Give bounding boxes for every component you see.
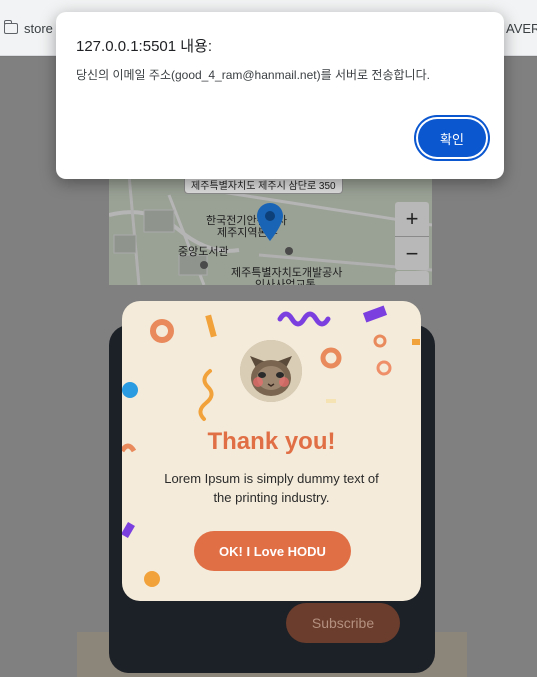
bookmark-store[interactable]: store [3,20,53,36]
folder-icon [3,20,18,34]
map-label-dev-corp-sub: 인사사업교통 [255,279,316,285]
map-zoom-control: + − [395,202,429,270]
map-poi-icon [200,261,208,269]
alert-dialog: 127.0.0.1:5501 내용: 당신의 이메일 주소(good_4_ram… [56,12,504,179]
map-label-library: 중앙도서관 [178,246,229,258]
alert-title: 127.0.0.1:5501 내용: [76,38,213,55]
cat-avatar-icon [240,340,302,402]
zoom-in-button[interactable]: + [395,202,429,236]
thank-you-modal: Thank you! Lorem Ipsum is simply dummy t… [122,301,421,601]
alert-message: 당신의 이메일 주소(good_4_ram@hanmail.net)를 서버로 … [76,68,430,82]
map-pin-icon[interactable] [257,203,283,241]
bookmark-store-label: store [24,21,53,36]
ok-love-hodu-button[interactable]: OK! I Love HODU [194,531,351,571]
map-extra-control[interactable] [395,271,429,285]
subscribe-button[interactable]: Subscribe [286,603,400,643]
modal-title: Thank you! [207,428,336,455]
modal-body-text: Lorem Ipsum is simply dummy text of the … [164,471,379,505]
map-poi-icon [285,247,293,255]
alert-confirm-button[interactable]: 확인 [418,119,486,157]
map-view[interactable]: 제주특별자치도 제주시 삼단로 350 한국전기안전공사 제주지역본부 중앙도서… [109,175,432,285]
zoom-out-button[interactable]: − [395,236,429,270]
bookmark-naver[interactable]: AVER [506,21,537,36]
